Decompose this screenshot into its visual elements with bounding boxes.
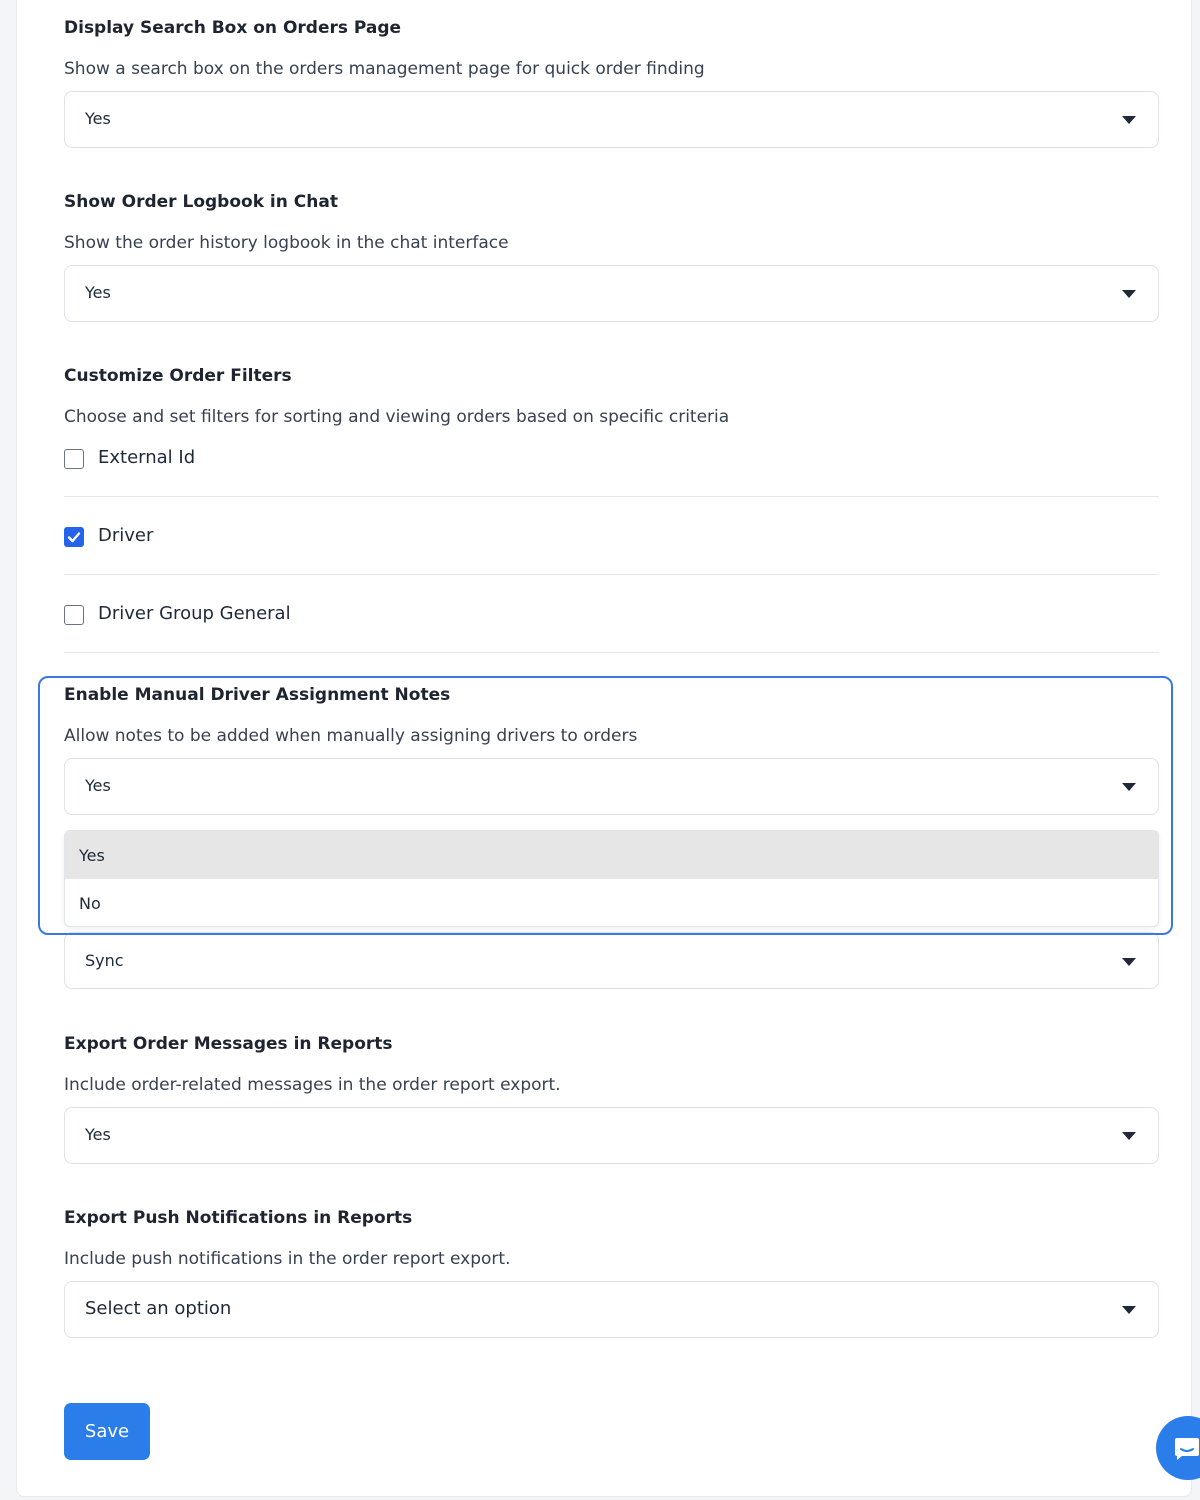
search-box-setting-description: Show a search box on the orders manageme… <box>64 59 705 79</box>
filter-divider <box>64 496 1159 497</box>
dropdown-option-no[interactable]: No <box>65 879 1158 926</box>
export-push-select[interactable]: Select an option <box>64 1281 1159 1338</box>
dropdown-option-yes[interactable]: Yes <box>65 831 1158 879</box>
filter-driver-label[interactable]: Driver <box>98 525 153 546</box>
search-box-select-value: Yes <box>85 109 111 128</box>
filter-external-id-label[interactable]: External Id <box>98 447 195 468</box>
caret-down-icon <box>1122 958 1136 966</box>
filter-divider <box>64 652 1159 653</box>
dropdown-option-label: No <box>79 894 101 913</box>
check-icon <box>67 532 81 543</box>
caret-down-icon <box>1122 116 1136 124</box>
export-push-setting-title: Export Push Notifications in Reports <box>64 1208 413 1228</box>
export-messages-setting-title: Export Order Messages in Reports <box>64 1034 393 1054</box>
logbook-setting-title: Show Order Logbook in Chat <box>64 192 338 212</box>
export-messages-setting-description: Include order-related messages in the or… <box>64 1075 561 1095</box>
export-messages-select[interactable]: Yes <box>64 1107 1159 1164</box>
caret-down-icon <box>1122 783 1136 791</box>
search-box-setting-title: Display Search Box on Orders Page <box>64 18 402 38</box>
export-push-select-placeholder: Select an option <box>85 1298 232 1319</box>
caret-down-icon <box>1122 290 1136 298</box>
manual-notes-setting-description: Allow notes to be added when manually as… <box>64 726 638 746</box>
caret-down-icon <box>1122 1306 1136 1314</box>
search-box-select[interactable]: Yes <box>64 91 1159 148</box>
filter-driver-group-label[interactable]: Driver Group General <box>98 603 291 624</box>
filters-setting-title: Customize Order Filters <box>64 366 292 386</box>
logbook-select-value: Yes <box>85 283 111 302</box>
dropdown-option-label: Yes <box>79 846 105 865</box>
manual-notes-select-value: Yes <box>85 776 111 795</box>
logbook-select[interactable]: Yes <box>64 265 1159 322</box>
filter-divider <box>64 574 1159 575</box>
caret-down-icon <box>1122 1132 1136 1140</box>
export-push-setting-description: Include push notifications in the order … <box>64 1249 511 1269</box>
filters-setting-description: Choose and set filters for sorting and v… <box>64 407 730 427</box>
manual-notes-setting-title: Enable Manual Driver Assignment Notes <box>64 685 451 705</box>
export-messages-select-value: Yes <box>85 1125 111 1144</box>
chat-bubble-icon <box>1175 1438 1199 1460</box>
sync-select[interactable]: Sync <box>64 932 1159 989</box>
manual-notes-dropdown-menu: Yes No <box>64 830 1159 927</box>
logbook-setting-description: Show the order history logbook in the ch… <box>64 233 509 253</box>
save-button[interactable]: Save <box>64 1403 150 1460</box>
sync-select-value: Sync <box>85 951 124 970</box>
filter-driver-group-checkbox[interactable] <box>64 605 84 625</box>
filter-driver-checkbox[interactable] <box>64 527 84 547</box>
manual-notes-select[interactable]: Yes <box>64 758 1159 815</box>
filter-external-id-checkbox[interactable] <box>64 449 84 469</box>
